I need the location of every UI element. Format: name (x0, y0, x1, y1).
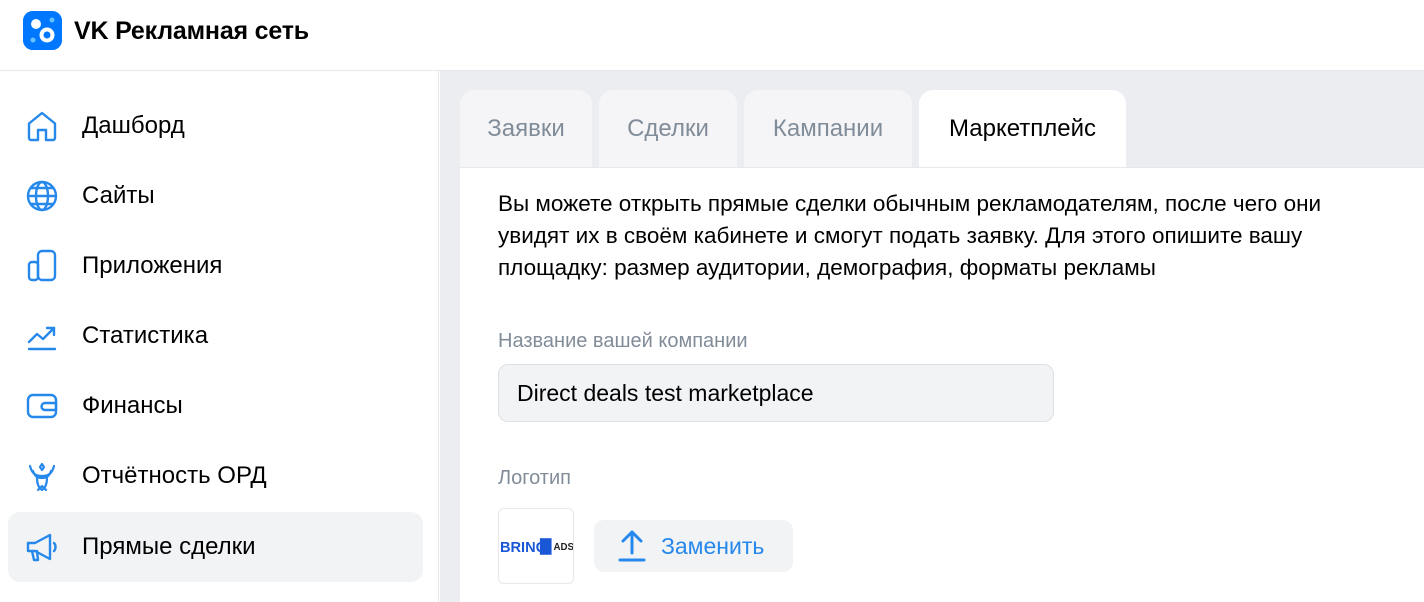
megaphone-icon (24, 529, 60, 565)
sidebar-item-label: Отчётность ОРД (82, 462, 267, 489)
tab-label: Заявки (487, 114, 565, 142)
sidebar-item-label: Финансы (82, 392, 183, 419)
replace-button-label: Заменить (661, 533, 765, 559)
bringads-logo-image: BRING ADS (499, 537, 573, 556)
bringads-logo-part2: ADS (554, 542, 573, 553)
emblem-icon (24, 458, 60, 494)
app-header: VK Рекламная сеть (0, 0, 1424, 71)
sidebar-item-label: Дашборд (82, 112, 185, 139)
wallet-icon (24, 388, 60, 424)
tab-label: Кампании (772, 114, 884, 142)
company-name-input[interactable] (498, 364, 1054, 422)
sidebar-item-sites[interactable]: Сайты (8, 161, 423, 231)
marketplace-description: Вы можете открыть прямые сделки обычным … (498, 191, 1322, 280)
logo-preview: BRING ADS (498, 508, 574, 584)
devices-icon (24, 248, 60, 284)
company-name-label: Название вашей компании (498, 330, 748, 352)
tab-campaigns[interactable]: Кампании (744, 90, 912, 167)
sidebar-item-statistics[interactable]: Статистика (8, 301, 423, 371)
sidebar-item-label: Сайты (82, 182, 155, 209)
sidebar: Дашборд Сайты Приложения Статистика Фина… (0, 71, 439, 602)
globe-icon (24, 178, 60, 214)
upload-icon (618, 530, 646, 562)
sidebar-item-dashboard[interactable]: Дашборд (8, 91, 423, 161)
tab-label: Сделки (627, 114, 709, 142)
tab-requests[interactable]: Заявки (460, 90, 592, 167)
brand-title: VK Рекламная сеть (74, 17, 309, 45)
replace-logo-button[interactable]: Заменить (594, 520, 793, 572)
sidebar-item-label: Прямые сделки (82, 533, 256, 560)
sidebar-item-finance[interactable]: Финансы (8, 371, 423, 441)
tab-marketplace[interactable]: Маркетплейс (919, 90, 1126, 167)
sidebar-item-label: Статистика (82, 322, 209, 349)
sidebar-item-apps[interactable]: Приложения (8, 231, 423, 301)
marketplace-panel: Вы можете открыть прямые сделки обычным … (460, 167, 1424, 602)
trending-up-icon (24, 318, 60, 354)
logo-label: Логотип (498, 467, 571, 489)
vk-ads-logo-icon[interactable] (23, 11, 62, 50)
sidebar-item-direct-deals[interactable]: Прямые сделки (8, 512, 423, 582)
main-content: Заявки Сделки Кампании Маркетплейс Вы мо… (440, 71, 1424, 602)
tab-deals[interactable]: Сделки (599, 90, 737, 167)
home-icon (24, 108, 60, 144)
tab-label: Маркетплейс (948, 114, 1097, 142)
sidebar-item-label: Приложения (82, 252, 223, 279)
sidebar-item-ord-reports[interactable]: Отчётность ОРД (8, 441, 423, 511)
